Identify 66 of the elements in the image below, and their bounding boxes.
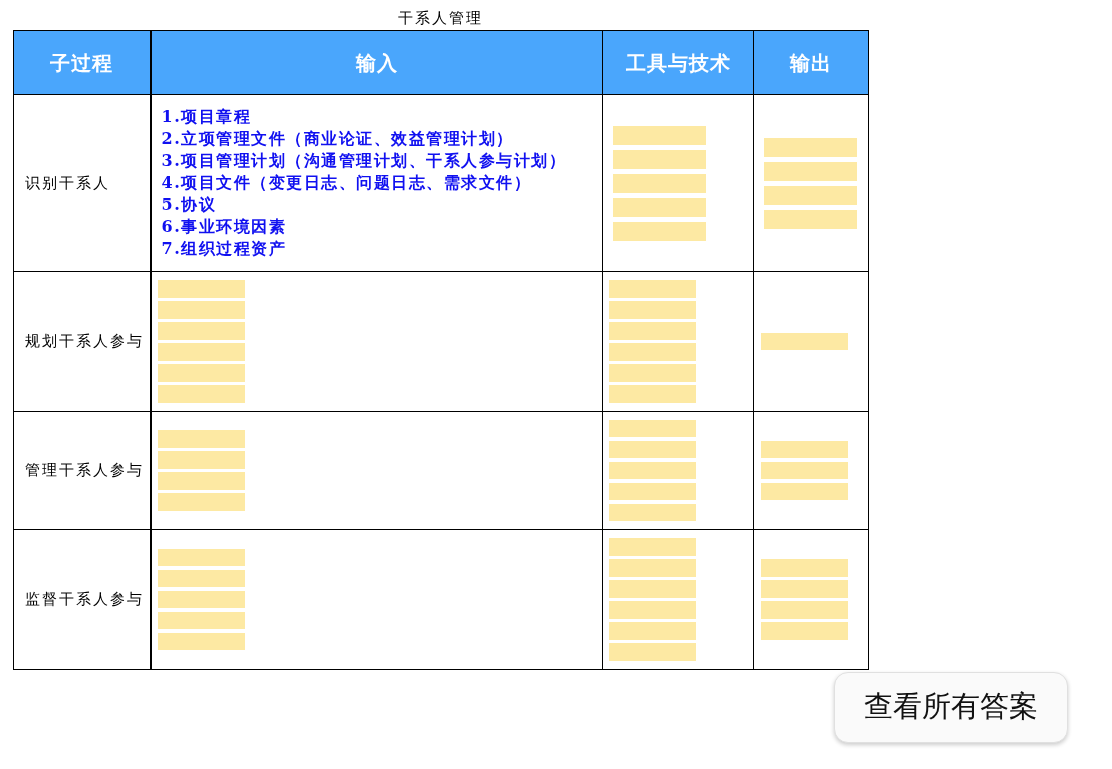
page-title: 干系人管理 xyxy=(398,8,483,28)
answer-box[interactable] xyxy=(764,137,857,157)
answer-box[interactable] xyxy=(613,125,706,145)
answer-box[interactable] xyxy=(613,221,706,241)
answer-box[interactable] xyxy=(157,451,245,469)
answer-box[interactable] xyxy=(609,643,696,661)
input-list-item: 2.立项管理文件（商业论证、效益管理计划） xyxy=(161,128,515,150)
answer-box[interactable] xyxy=(157,493,245,511)
answer-box[interactable] xyxy=(157,280,245,298)
answer-box[interactable] xyxy=(609,343,696,361)
column-header: 输入 xyxy=(150,30,603,95)
answer-box[interactable] xyxy=(609,622,696,640)
answer-box[interactable] xyxy=(157,632,245,650)
answer-box[interactable] xyxy=(157,385,245,403)
answer-box[interactable] xyxy=(157,472,245,490)
answer-box[interactable] xyxy=(609,419,696,437)
answer-box[interactable] xyxy=(761,622,848,640)
answer-box[interactable] xyxy=(609,322,696,340)
input-list-item: 4.项目文件（变更日志、问题日志、需求文件） xyxy=(161,172,533,194)
process-cell: 监督干系人参与 xyxy=(13,529,151,669)
column-header: 输出 xyxy=(753,30,869,95)
input-list-item: 7.组织过程资产 xyxy=(161,238,288,260)
answer-box[interactable] xyxy=(761,559,848,577)
show-all-answers-button[interactable]: 查看所有答案 xyxy=(834,671,1068,743)
answer-box[interactable] xyxy=(157,430,245,448)
process-cell: 管理干系人参与 xyxy=(13,411,151,530)
answer-box[interactable] xyxy=(613,197,706,217)
answer-box[interactable] xyxy=(609,440,696,458)
answer-box[interactable] xyxy=(761,440,848,458)
answer-box[interactable] xyxy=(609,482,696,500)
answer-box[interactable] xyxy=(613,149,706,169)
answer-box[interactable] xyxy=(157,611,245,629)
answer-box[interactable] xyxy=(613,173,706,193)
answer-box[interactable] xyxy=(609,385,696,403)
answer-box[interactable] xyxy=(609,580,696,598)
input-list-item: 1.项目章程 xyxy=(161,106,253,128)
input-list-item: 5.协议 xyxy=(161,194,218,216)
answer-box[interactable] xyxy=(609,503,696,521)
column-header: 工具与技术 xyxy=(602,30,754,95)
answer-box[interactable] xyxy=(761,482,848,500)
answer-box[interactable] xyxy=(761,601,848,619)
answer-box[interactable] xyxy=(609,559,696,577)
answer-box[interactable] xyxy=(609,301,696,319)
answer-box[interactable] xyxy=(157,343,245,361)
answer-box[interactable] xyxy=(157,590,245,608)
process-cell: 识别干系人 xyxy=(13,94,151,272)
answer-box[interactable] xyxy=(157,569,245,587)
column-header: 子过程 xyxy=(13,30,151,95)
answer-box[interactable] xyxy=(764,209,857,229)
process-cell: 规划干系人参与 xyxy=(13,271,151,411)
answer-box[interactable] xyxy=(764,185,857,205)
answer-box[interactable] xyxy=(761,461,848,479)
input-list-item: 6.事业环境因素 xyxy=(161,216,288,238)
answer-box[interactable] xyxy=(157,364,245,382)
answer-box[interactable] xyxy=(157,322,245,340)
answer-box[interactable] xyxy=(609,601,696,619)
input-list-item: 3.项目管理计划（沟通管理计划、干系人参与计划） xyxy=(161,150,568,172)
answer-box[interactable] xyxy=(609,280,696,298)
answer-box[interactable] xyxy=(761,332,848,350)
answer-box[interactable] xyxy=(761,580,848,598)
answer-box[interactable] xyxy=(157,548,245,566)
answer-box[interactable] xyxy=(764,161,857,181)
answer-box[interactable] xyxy=(157,301,245,319)
answer-box[interactable] xyxy=(609,538,696,556)
answer-box[interactable] xyxy=(609,364,696,382)
answer-box[interactable] xyxy=(609,461,696,479)
